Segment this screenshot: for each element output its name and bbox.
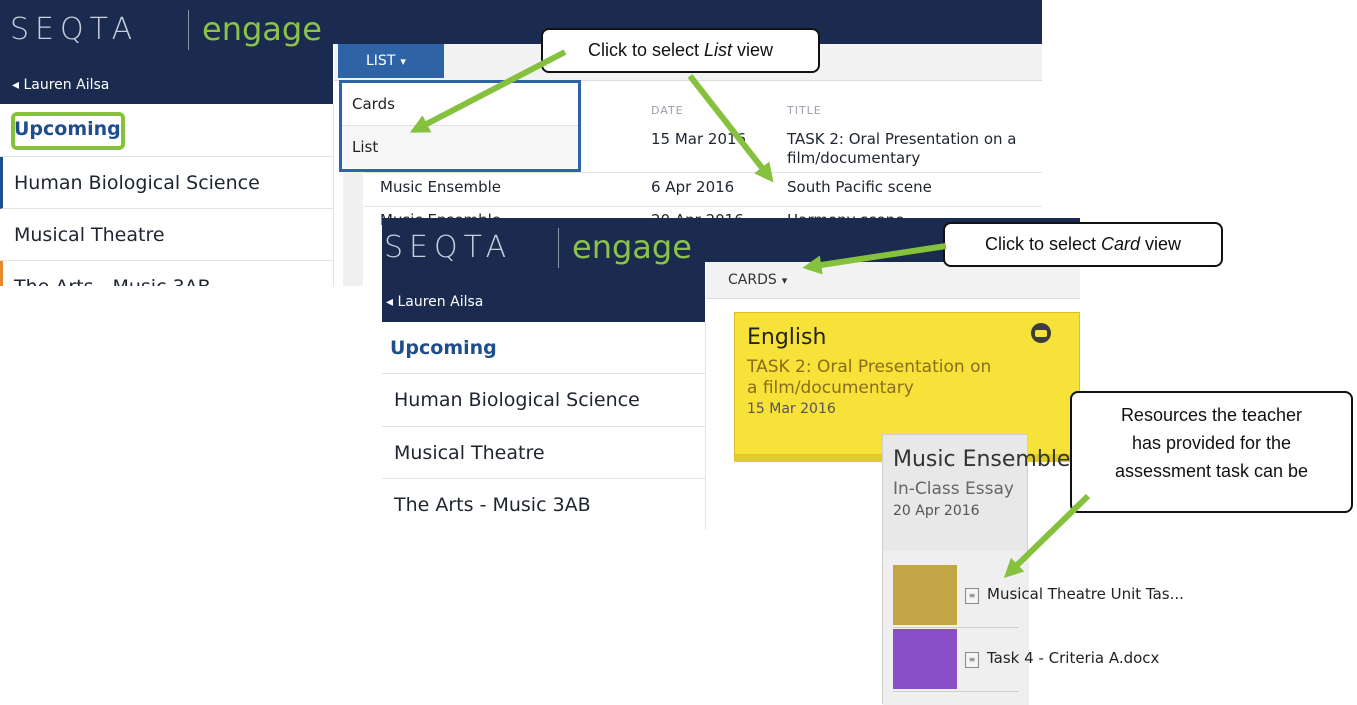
arrow-to-list-option bbox=[409, 49, 567, 133]
arrow-to-list-row bbox=[687, 74, 774, 183]
arrow-to-resource-file bbox=[1003, 493, 1091, 579]
annotation-arrows bbox=[409, 49, 1091, 579]
arrow-to-cards-button bbox=[802, 243, 947, 275]
